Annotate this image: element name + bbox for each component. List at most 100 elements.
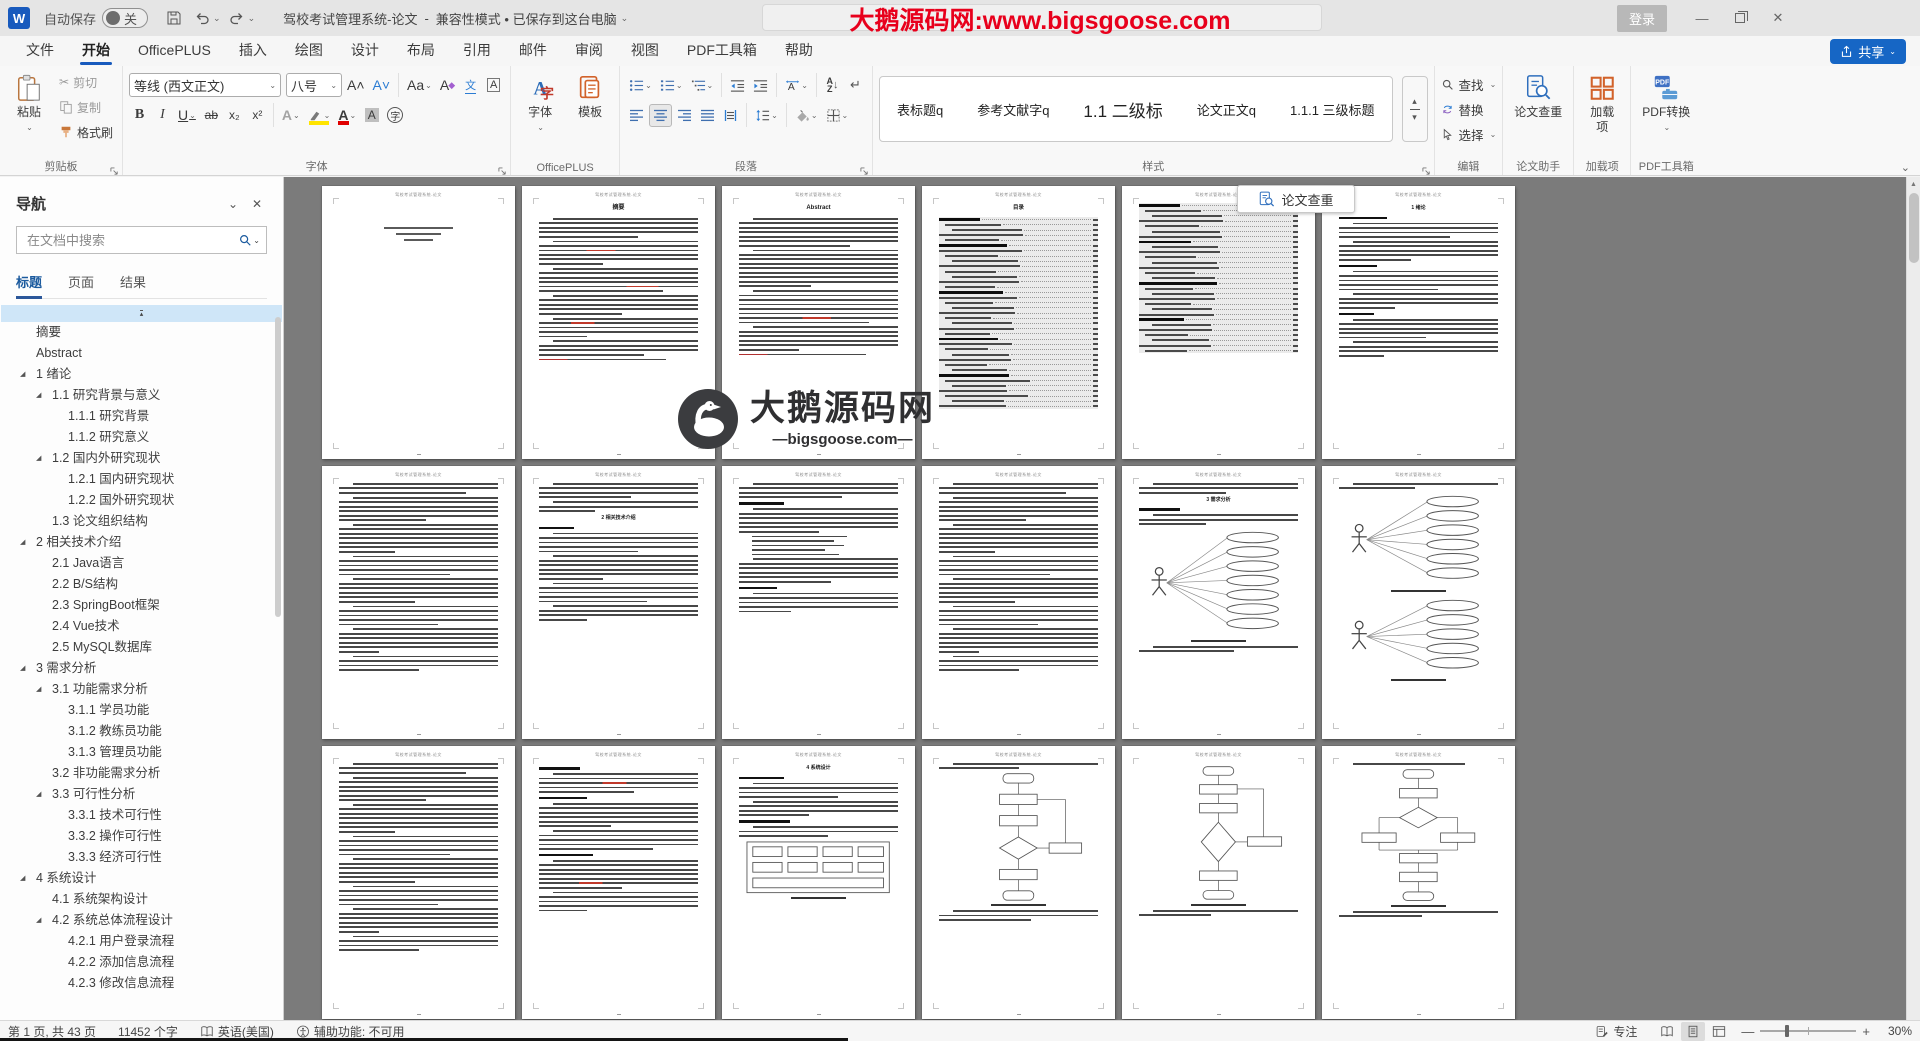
document-scrollbar[interactable]: ▲ xyxy=(1906,177,1920,1020)
bold-button[interactable]: B xyxy=(129,104,150,127)
nav-outline-item[interactable]: ◢ 3 需求分析 xyxy=(0,658,283,679)
collapse-ribbon-chevron[interactable]: ⌄ xyxy=(1901,161,1910,174)
menu-tab-10[interactable]: 审阅 xyxy=(561,36,617,66)
addins-button[interactable]: 加载项 xyxy=(1580,71,1624,157)
autosave-toggle[interactable]: 关 xyxy=(102,8,149,28)
redo-icon[interactable] xyxy=(224,5,250,31)
nav-outline-item[interactable]: ◢ 2 相关技术介绍 xyxy=(0,532,283,553)
format-painter-button[interactable]: 格式刷 xyxy=(56,121,116,143)
menu-tab-2[interactable]: 开始 xyxy=(68,36,124,66)
style-item-3[interactable]: 1.1 二级标 xyxy=(1066,97,1179,122)
font-dialog-launcher[interactable] xyxy=(498,163,507,175)
page-thumbnail-7[interactable]: 驾校考试管理系统-论文 xyxy=(322,466,515,739)
document-scrollbar-thumb[interactable] xyxy=(1909,193,1919,263)
outline-expand-icon[interactable]: ◢ xyxy=(20,532,36,553)
nav-pane-close-icon[interactable]: ✕ xyxy=(245,194,269,214)
close-button[interactable]: ✕ xyxy=(1761,4,1795,32)
page-thumbnail-16[interactable]: 驾校考试管理系统-论文 xyxy=(922,746,1115,1019)
cut-button[interactable]: ✂ 剪切 xyxy=(56,71,116,93)
pdf-convert-button[interactable]: PDF PDF转换 ⌄ xyxy=(1637,71,1695,157)
outline-expand-icon[interactable]: ◢ xyxy=(36,448,52,469)
nav-outline-item[interactable]: 1.1.2 研究意义 xyxy=(0,427,283,448)
style-item-2[interactable]: 参考文献字q xyxy=(960,100,1066,119)
accessibility-status[interactable]: 辅助功能: 不可用 xyxy=(296,1023,405,1040)
find-button[interactable]: 查找 ⌄ xyxy=(1441,74,1496,95)
read-mode-button[interactable] xyxy=(1655,1022,1679,1041)
nav-outline-item[interactable]: 2.2 B/S结构 xyxy=(0,574,283,595)
align-center-button[interactable] xyxy=(649,103,673,127)
text-effects-button[interactable]: A ⌄ xyxy=(279,104,303,127)
numbering-button[interactable]: ⌄ xyxy=(657,74,686,97)
proofing-status[interactable]: 英语(美国) xyxy=(200,1023,274,1040)
nav-outline-item[interactable]: ◢ 4.2 系统总体流程设计 xyxy=(0,910,283,931)
word-logo-icon[interactable]: W xyxy=(8,7,30,29)
nav-outline-item[interactable]: ◢ 1 绪论 xyxy=(0,364,283,385)
nav-outline-item[interactable]: 2.1 Java语言 xyxy=(0,553,283,574)
phonetic-guide-button[interactable]: 文 xyxy=(460,74,481,97)
justify-button[interactable] xyxy=(697,104,718,127)
outline-expand-icon[interactable]: ◢ xyxy=(20,364,36,385)
strikethrough-button[interactable]: ab xyxy=(201,104,222,127)
nav-outline-item[interactable]: ◢ 3.3 可行性分析 xyxy=(0,784,283,805)
style-item-4[interactable]: 论文正文q xyxy=(1180,100,1273,119)
outline-expand-icon[interactable]: ◢ xyxy=(20,658,36,679)
paragraph-dialog-launcher[interactable] xyxy=(860,163,869,175)
nav-outline-item[interactable]: 4.2.2 添加信息流程 xyxy=(0,952,283,973)
character-shading-button[interactable]: A xyxy=(361,104,382,127)
page-thumbnail-10[interactable]: 驾校考试管理系统-论文 xyxy=(922,466,1115,739)
page-thumbnail-12[interactable]: 驾校考试管理系统-论文 xyxy=(1322,466,1515,739)
align-right-button[interactable] xyxy=(674,104,695,127)
page-thumbnail-6[interactable]: 驾校考试管理系统-论文 1 绪论 xyxy=(1322,186,1515,459)
align-left-button[interactable] xyxy=(626,104,647,127)
nav-outline-item[interactable]: 2.4 Vue技术 xyxy=(0,616,283,637)
nav-outline-item[interactable]: 3.3.1 技术可行性 xyxy=(0,805,283,826)
web-layout-button[interactable] xyxy=(1707,1022,1731,1041)
page-thumbnail-18[interactable]: 驾校考试管理系统-论文 xyxy=(1322,746,1515,1019)
nav-pane-options-chevron[interactable]: ⌄ xyxy=(221,194,245,214)
menu-tab-6[interactable]: 设计 xyxy=(337,36,393,66)
nav-outline-item[interactable]: 4.1 系统架构设计 xyxy=(0,889,283,910)
nav-outline-item[interactable]: 3.1.3 管理员功能 xyxy=(0,742,283,763)
select-button[interactable]: 选择 ⌄ xyxy=(1441,124,1496,145)
quick-access-caret-icon[interactable]: ⌄ xyxy=(248,13,256,24)
nav-outline-item[interactable]: 摘要 xyxy=(0,322,283,343)
page-thumbnail-15[interactable]: 驾校考试管理系统-论文 4 系统设计 xyxy=(722,746,915,1019)
zoom-out-icon[interactable]: — xyxy=(1741,1024,1754,1039)
font-color-button[interactable]: A ⌄ xyxy=(335,104,359,127)
nav-scrollbar-thumb[interactable] xyxy=(275,317,281,617)
page-thumbnail-9[interactable]: 驾校考试管理系统-论文 xyxy=(722,466,915,739)
paper-check-button[interactable]: 论文查重 xyxy=(1509,71,1567,157)
nav-outline-item[interactable]: 1.3 论文组织结构 xyxy=(0,511,283,532)
nav-outline-item[interactable]: 3.1.2 教练员功能 xyxy=(0,721,283,742)
enclose-characters-button[interactable]: 字 xyxy=(384,104,406,127)
page-thumbnail-14[interactable]: 驾校考试管理系统-论文 xyxy=(522,746,715,1019)
floating-paper-check-button[interactable]: 论文查重 xyxy=(1237,185,1355,213)
subscript-button[interactable]: x₂ xyxy=(224,104,245,127)
page-thumbnail-1[interactable]: 驾校考试管理系统-论文 xyxy=(322,186,515,459)
underline-button[interactable]: U ⌄ xyxy=(175,104,199,127)
outline-expand-icon[interactable]: ◢ xyxy=(36,385,52,406)
character-border-button[interactable]: A xyxy=(483,74,504,97)
focus-mode-button[interactable]: 专注 xyxy=(1595,1023,1637,1040)
restore-button[interactable] xyxy=(1723,4,1757,32)
scroll-up-arrow-icon[interactable]: ▲ xyxy=(1907,177,1920,191)
template-button[interactable]: 模板 xyxy=(567,71,613,157)
shading-button[interactable]: ⌄ xyxy=(792,104,821,127)
replace-button[interactable]: 替换 xyxy=(1441,99,1497,120)
print-layout-button[interactable] xyxy=(1681,1021,1706,1041)
style-item-5[interactable]: 1.1.1 三级标题 xyxy=(1273,100,1392,119)
menu-tab-13[interactable]: 帮助 xyxy=(771,36,827,66)
autosave-control[interactable]: 自动保存 关 xyxy=(44,8,149,28)
save-icon[interactable] xyxy=(161,5,187,31)
nav-outline-item[interactable]: 1.2.2 国外研究现状 xyxy=(0,490,283,511)
superscript-button[interactable]: x² xyxy=(247,104,268,127)
nav-tab-2[interactable]: 页面 xyxy=(68,272,94,298)
font-name-select[interactable]: 等线 (西文正文) ⌄ xyxy=(129,73,282,97)
clipboard-dialog-launcher[interactable] xyxy=(110,163,119,175)
undo-icon[interactable] xyxy=(189,5,215,31)
outline-expand-icon[interactable]: ◢ xyxy=(36,784,52,805)
share-button[interactable]: 共享 ⌄ xyxy=(1830,39,1906,64)
show-marks-button[interactable]: ↵ xyxy=(845,74,866,97)
officeplus-font-button[interactable]: A字 字体 ⌄ xyxy=(517,71,563,157)
nav-outline-item[interactable]: Abstract xyxy=(0,343,283,364)
